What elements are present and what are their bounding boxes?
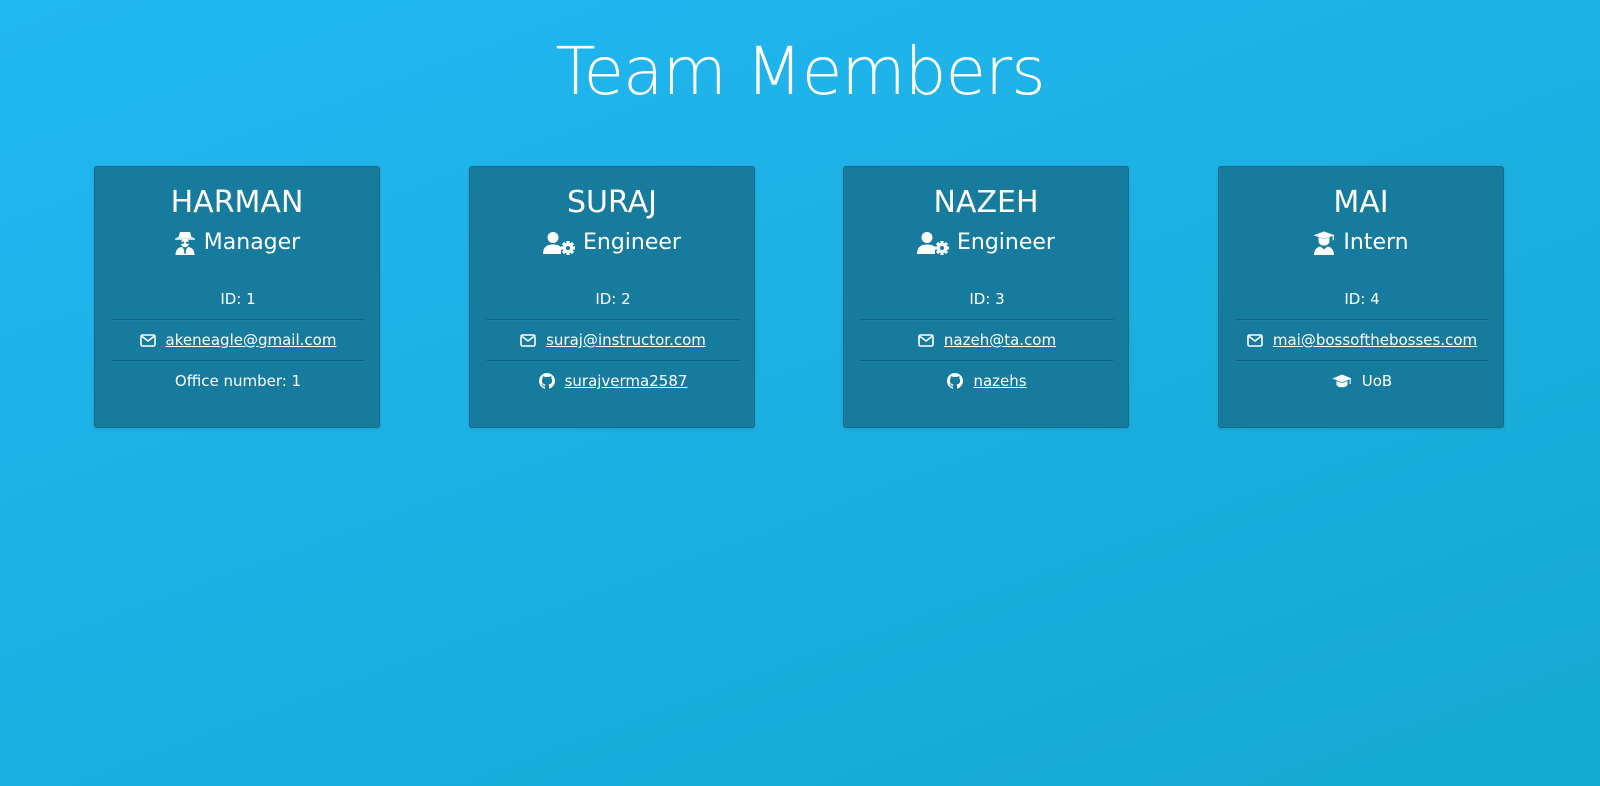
member-id: ID: 1 — [220, 290, 256, 308]
member-github-link[interactable]: nazehs — [973, 372, 1026, 390]
member-card-manager: HARMAN Manager ID: 1 akeneagle@gmail.com… — [94, 166, 380, 428]
page-title: Team Members — [555, 33, 1045, 110]
member-name: SURAJ — [567, 185, 657, 220]
member-github-row: surajverma2587 — [486, 361, 740, 401]
member-id: ID: 4 — [1344, 290, 1380, 308]
member-role-label: Manager — [203, 230, 301, 255]
member-role: Intern — [1219, 229, 1503, 257]
user-cog-icon — [543, 231, 575, 255]
member-id-row: ID: 3 — [860, 279, 1114, 320]
github-icon — [947, 373, 964, 389]
member-office-row: Office number: 1 — [111, 361, 365, 401]
member-role-label: Intern — [1343, 230, 1409, 255]
member-info-list: ID: 3 nazeh@ta.com nazehs — [860, 279, 1114, 401]
member-card-engineer: SURAJ Engineer ID: 2 suraj@instructor.co… — [469, 166, 755, 428]
user-graduate-icon — [1313, 231, 1335, 255]
member-name: HARMAN — [170, 185, 304, 220]
member-role-label: Engineer — [583, 230, 681, 255]
team-cards: HARMAN Manager ID: 1 akeneagle@gmail.com… — [0, 166, 1600, 430]
envelope-icon — [918, 333, 934, 347]
member-email-row: mai@bossofthebosses.com — [1235, 320, 1489, 361]
envelope-icon — [139, 333, 156, 347]
member-email-link[interactable]: nazeh@ta.com — [944, 331, 1056, 349]
github-icon — [538, 373, 555, 389]
user-secret-icon — [174, 231, 196, 255]
member-github-row: nazehs — [860, 361, 1114, 401]
member-office-number: Office number: 1 — [174, 372, 302, 390]
member-github-link[interactable]: surajverma2587 — [565, 372, 688, 390]
member-id-row: ID: 4 — [1235, 279, 1489, 320]
member-email-link[interactable]: mai@bossofthebosses.com — [1273, 331, 1477, 349]
member-email-row: nazeh@ta.com — [860, 320, 1114, 361]
member-info-list: ID: 1 akeneagle@gmail.com Office number:… — [111, 279, 365, 401]
member-role: Engineer — [844, 229, 1128, 257]
user-cog-icon — [917, 231, 949, 255]
member-info-list: ID: 4 mai@bossofthebosses.com UoB — [1235, 279, 1489, 401]
member-email-row: suraj@instructor.com — [486, 320, 740, 361]
member-role: Engineer — [470, 229, 754, 257]
member-id: ID: 2 — [595, 290, 631, 308]
member-name: MAI — [1333, 185, 1389, 220]
envelope-icon — [1247, 333, 1263, 347]
member-card-engineer: NAZEH Engineer ID: 3 nazeh@ta.com nazehs — [843, 166, 1129, 428]
member-role-label: Engineer — [957, 230, 1055, 255]
member-school-row: UoB — [1235, 361, 1489, 401]
envelope-icon — [520, 333, 536, 347]
graduation-cap-icon — [1332, 374, 1352, 388]
member-id-row: ID: 2 — [486, 279, 740, 320]
member-card-intern: MAI Intern ID: 4 mai@bossofthebosses.com… — [1218, 166, 1504, 428]
member-name: NAZEH — [933, 185, 1039, 220]
member-id: ID: 3 — [969, 290, 1005, 308]
member-role: Manager — [95, 229, 379, 257]
member-email-row: akeneagle@gmail.com — [111, 320, 365, 361]
member-email-link[interactable]: akeneagle@gmail.com — [166, 331, 337, 349]
member-email-link[interactable]: suraj@instructor.com — [546, 331, 706, 349]
member-school: UoB — [1361, 372, 1393, 390]
member-id-row: ID: 1 — [111, 279, 365, 320]
member-info-list: ID: 2 suraj@instructor.com surajverma258… — [486, 279, 740, 401]
